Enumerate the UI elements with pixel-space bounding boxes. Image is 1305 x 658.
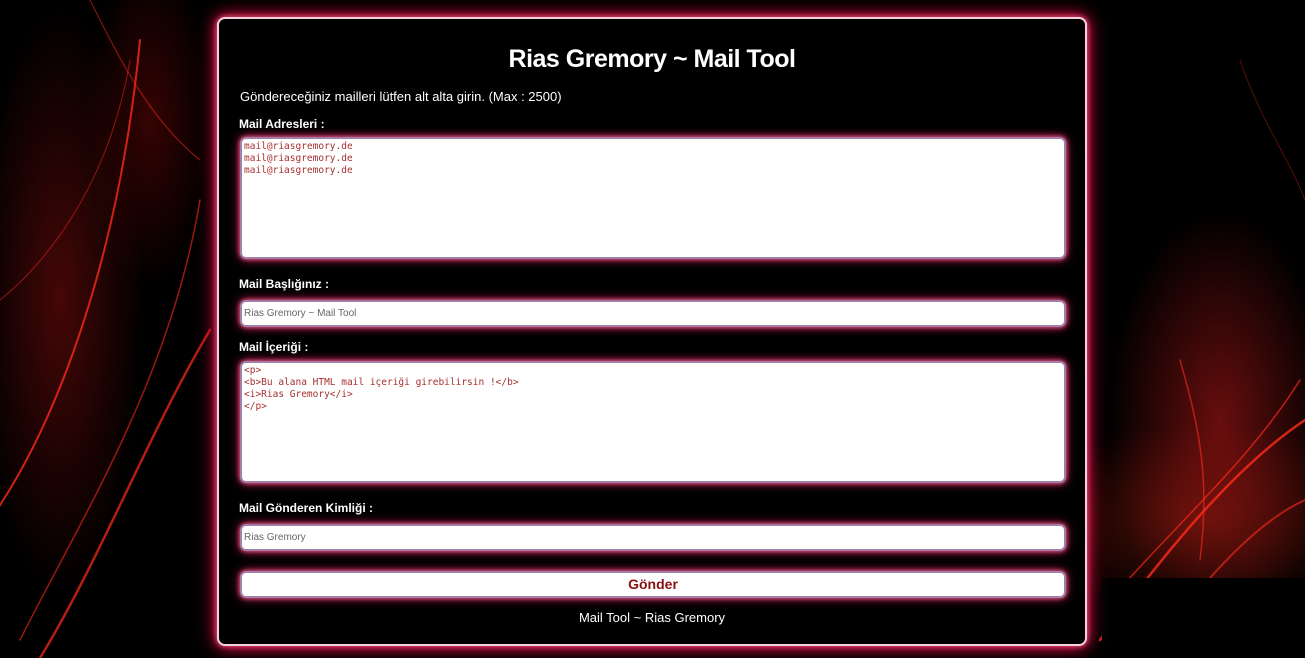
sender-input[interactable] (240, 524, 1066, 551)
mail-tool-panel: Rias Gremory ~ Mail Tool Göndereceğiniz … (217, 17, 1087, 646)
page-title: Rias Gremory ~ Mail Tool (508, 45, 796, 73)
sender-label: Mail Gönderen Kimliği : (239, 501, 374, 515)
send-button[interactable]: Gönder (240, 571, 1066, 598)
intro-text: Göndereceğiniz mailleri lütfen alt alta … (240, 89, 562, 104)
footer-text: Mail Tool ~ Rias Gremory (578, 610, 726, 625)
background-cutout (1102, 578, 1305, 658)
subject-input[interactable] (240, 300, 1066, 327)
addresses-label: Mail Adresleri : (239, 117, 325, 131)
subject-label: Mail Başlığınız : (239, 277, 330, 291)
content-label: Mail İçeriği : (239, 340, 309, 354)
addresses-textarea[interactable]: mail@riasgremory.de mail@riasgremory.de … (240, 137, 1066, 259)
content-textarea[interactable]: <p> <b>Bu alana HTML mail içeriği girebi… (240, 361, 1066, 483)
